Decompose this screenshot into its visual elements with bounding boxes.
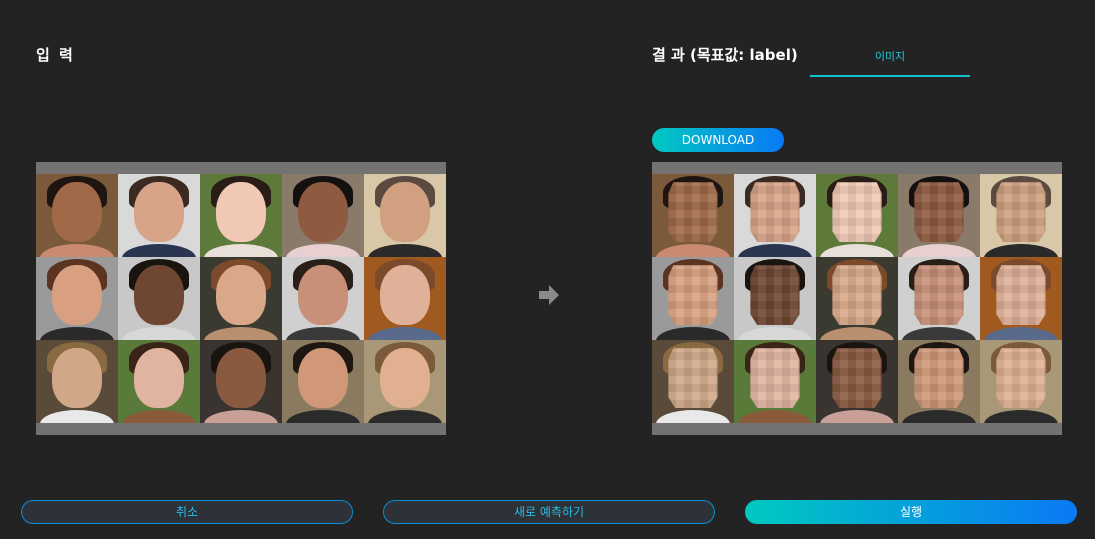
- output-face-grid: [652, 174, 1062, 423]
- input-title: 입 력: [36, 46, 75, 64]
- face-tile: [282, 340, 364, 423]
- download-button[interactable]: DOWNLOAD: [652, 128, 784, 152]
- face-tile: [898, 174, 980, 257]
- face-tile: [118, 257, 200, 340]
- face-tile: [980, 257, 1062, 340]
- face-tile: [652, 257, 734, 340]
- face-tile: [364, 174, 446, 257]
- face-tile: [980, 174, 1062, 257]
- face-tile: [652, 340, 734, 423]
- face-tile: [816, 340, 898, 423]
- face-tile: [364, 340, 446, 423]
- face-tile: [200, 174, 282, 257]
- face-tile: [980, 340, 1062, 423]
- arrow-right-icon: [539, 285, 559, 305]
- face-tile: [734, 174, 816, 257]
- result-title: 결 과 (목표값: label): [652, 46, 798, 64]
- tab-image[interactable]: 이미지: [810, 48, 970, 77]
- cancel-button[interactable]: 취소: [21, 500, 353, 524]
- input-image: [36, 162, 446, 435]
- face-tile: [118, 174, 200, 257]
- input-face-grid: [36, 174, 446, 423]
- face-tile: [898, 257, 980, 340]
- face-tile: [200, 340, 282, 423]
- face-tile: [36, 174, 118, 257]
- face-tile: [816, 257, 898, 340]
- face-tile: [200, 257, 282, 340]
- face-tile: [36, 340, 118, 423]
- face-tile: [282, 257, 364, 340]
- face-tile: [118, 340, 200, 423]
- run-button[interactable]: 실행: [745, 500, 1077, 524]
- face-tile: [282, 174, 364, 257]
- face-tile: [734, 257, 816, 340]
- output-image: [652, 162, 1062, 435]
- face-tile: [36, 257, 118, 340]
- repredict-button[interactable]: 새로 예측하기: [383, 500, 715, 524]
- face-tile: [652, 174, 734, 257]
- face-tile: [898, 340, 980, 423]
- face-tile: [364, 257, 446, 340]
- face-tile: [734, 340, 816, 423]
- face-tile: [816, 174, 898, 257]
